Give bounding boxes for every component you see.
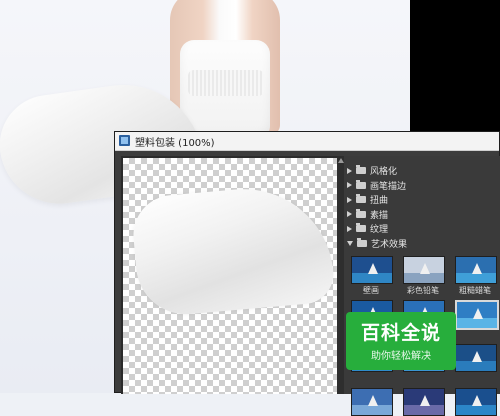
tree-item[interactable]: 画笔描边 <box>347 179 406 193</box>
folder-icon <box>356 165 366 174</box>
tree-item-label: 扭曲 <box>370 196 389 206</box>
sailboat-icon <box>420 263 430 274</box>
expand-right-icon[interactable] <box>347 196 352 203</box>
expand-down-icon[interactable] <box>347 240 353 246</box>
effect-thumbnail[interactable] <box>351 256 393 284</box>
sailboat-icon <box>420 395 430 406</box>
effect-thumbnail[interactable] <box>455 388 497 416</box>
tree-item[interactable]: 扭曲 <box>347 193 388 207</box>
thumbnail-sea <box>404 404 444 415</box>
expand-right-icon[interactable] <box>347 225 352 232</box>
watermark-subtitle: 助你轻松解决 <box>371 351 431 362</box>
preview-cloth-image <box>130 181 336 319</box>
sailboat-icon <box>472 395 482 406</box>
folder-icon <box>356 208 366 218</box>
sailboat-icon <box>472 263 482 274</box>
effect-thumbnail-label: 粗糙蜡笔 <box>459 286 491 295</box>
thumbnail-sea <box>352 404 392 415</box>
sailboat-icon <box>473 308 483 319</box>
thumbnail-sea <box>352 272 392 283</box>
watermark-title: 百科全说 <box>360 322 441 344</box>
effect-thumbnail[interactable] <box>403 256 445 284</box>
effect-thumbnail[interactable] <box>351 388 393 416</box>
thumbnail-sea <box>456 272 496 283</box>
thumbnail-sea <box>404 272 444 283</box>
thumbnail-sea <box>456 360 496 371</box>
dialog-titlebar[interactable]: 塑料包装 (100%) <box>115 132 499 151</box>
tree-item-label: 纹理 <box>370 225 389 235</box>
thumbnail-sea <box>456 404 496 415</box>
app-icon <box>119 135 130 146</box>
tree-item[interactable]: 纹理 <box>347 222 388 236</box>
sailboat-icon <box>368 263 378 274</box>
expand-right-icon[interactable] <box>347 211 352 217</box>
effect-thumbnail[interactable] <box>455 300 499 330</box>
folder-icon <box>356 194 366 203</box>
folder-icon <box>356 223 366 232</box>
folder-icon <box>357 237 367 247</box>
dialog-title: 塑料包装 (100%) <box>135 138 215 149</box>
tree-item-label: 素描 <box>370 210 389 221</box>
expand-right-icon[interactable] <box>347 182 352 188</box>
folder-icon <box>356 179 366 189</box>
effect-thumbnail[interactable] <box>403 388 445 416</box>
canvas-dark-area <box>410 0 500 140</box>
tree-item-label: 画笔描边 <box>370 181 407 192</box>
tree-item-label: 艺术效果 <box>371 239 408 250</box>
tree-item-label: 风格化 <box>370 167 398 177</box>
watermark-badge: 百科全说 助你轻松解决 <box>346 312 456 370</box>
tree-item[interactable]: 风格化 <box>347 164 397 178</box>
tree-scrollbar[interactable] <box>337 156 344 394</box>
thumbnail-sea <box>457 317 497 328</box>
effect-thumbnail[interactable] <box>455 256 497 284</box>
sailboat-icon <box>472 351 482 362</box>
tree-item[interactable]: 艺术效果 <box>347 237 407 251</box>
photo-dress-belt <box>188 70 264 96</box>
tree-scroll-up-icon[interactable] <box>338 158 344 163</box>
tree-item[interactable]: 素描 <box>347 208 388 222</box>
effect-thumbnail-label: 彩色铅笔 <box>407 286 439 295</box>
effect-thumbnail[interactable] <box>455 344 497 372</box>
effect-thumbnail-label: 壁画 <box>363 286 379 295</box>
expand-right-icon[interactable] <box>347 167 352 174</box>
sailboat-icon <box>368 395 378 406</box>
